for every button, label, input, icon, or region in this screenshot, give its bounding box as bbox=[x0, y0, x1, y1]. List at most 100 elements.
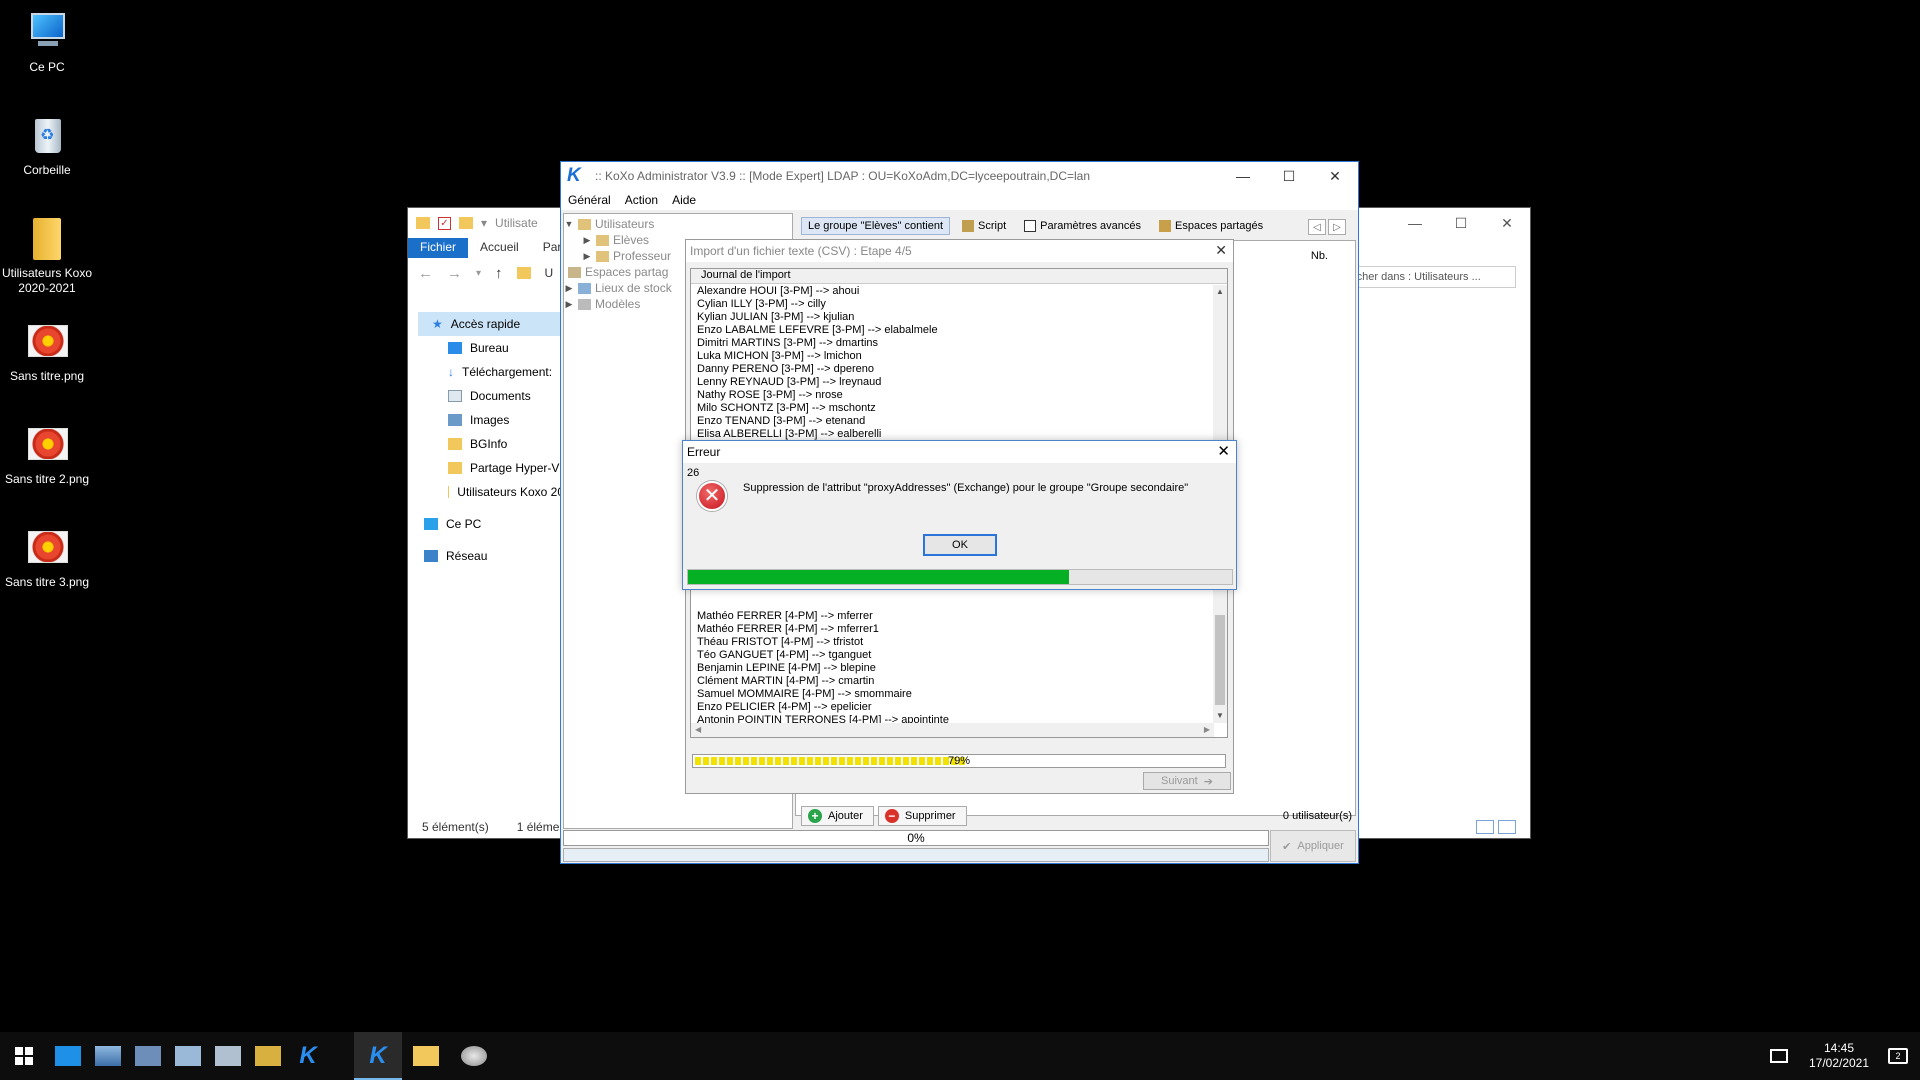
scroll-down-icon[interactable]: ▼ bbox=[1213, 709, 1227, 723]
menu-action[interactable]: Action bbox=[618, 193, 665, 207]
log-row: Théau FRISTOT [4-PM] --> tfristot bbox=[697, 636, 864, 648]
system-tray: 14:45 17/02/2021 2 bbox=[1770, 1032, 1920, 1080]
menu-general[interactable]: Général bbox=[561, 193, 618, 207]
maximize-icon[interactable]: ☐ bbox=[1438, 208, 1484, 238]
apply-button[interactable]: ✔ Appliquer bbox=[1270, 830, 1356, 862]
users-count: 0 utilisateur(s) bbox=[1282, 810, 1352, 822]
taskbar-item-domain-tool[interactable] bbox=[208, 1032, 248, 1080]
tab-group-contents[interactable]: Le groupe "Elèves" contient bbox=[801, 217, 951, 235]
taskbar-item-koxo-running[interactable]: K bbox=[354, 1032, 402, 1080]
clock[interactable]: 14:45 17/02/2021 bbox=[1804, 1041, 1874, 1071]
desktop-icon-sans-titre-2[interactable]: Sans titre 2.png bbox=[0, 422, 94, 487]
nav-item-partage-hyperv[interactable]: Partage Hyper-V bbox=[424, 456, 564, 480]
close-icon[interactable]: ✕ bbox=[1484, 208, 1530, 238]
taskbar-item-network-tools[interactable] bbox=[128, 1032, 168, 1080]
nav-label: Utilisateurs Koxo 20 bbox=[457, 485, 564, 499]
back-arrow-icon[interactable]: ← bbox=[418, 265, 433, 282]
desktop-icon-sans-titre-3[interactable]: Sans titre 3.png bbox=[0, 525, 94, 590]
scroll-right-icon[interactable]: ▶ bbox=[1204, 725, 1210, 734]
nav-label: Documents bbox=[470, 389, 531, 403]
nav-item-telechargements[interactable]: ↓ Téléchargement: bbox=[424, 360, 564, 384]
scroll-up-icon[interactable]: ▲ bbox=[1213, 285, 1227, 299]
tab-accueil[interactable]: Accueil bbox=[468, 238, 531, 258]
taskbar-item-paint[interactable] bbox=[450, 1032, 498, 1080]
taskbar-item-explorer[interactable] bbox=[402, 1032, 450, 1080]
add-button[interactable]: + Ajouter bbox=[801, 806, 874, 826]
nav-label: Réseau bbox=[446, 549, 488, 563]
desktop-icon-koxo-folder[interactable]: Utilisateurs Koxo 2020-2021 bbox=[0, 216, 94, 296]
address-bar[interactable]: U bbox=[545, 266, 554, 280]
taskbar-item-server-manager[interactable] bbox=[88, 1032, 128, 1080]
properties-icon[interactable]: ✓ bbox=[438, 216, 451, 230]
tab-script[interactable]: Script bbox=[956, 218, 1012, 234]
tree-label: Espaces partag bbox=[585, 265, 669, 279]
search-input[interactable]: rcher dans : Utilisateurs ... bbox=[1346, 266, 1516, 288]
log-header: Journal de l'import bbox=[691, 269, 1227, 284]
start-button[interactable] bbox=[0, 1032, 48, 1080]
chevron-right-icon[interactable]: ▶ bbox=[582, 235, 592, 246]
tab-shared-spaces[interactable]: Espaces partagés bbox=[1153, 218, 1269, 234]
qat-dropdown-icon[interactable]: ▾ bbox=[481, 216, 487, 230]
desktop-icon-recycle-bin[interactable]: Corbeille bbox=[0, 113, 94, 178]
nav-item-images[interactable]: Images bbox=[424, 408, 564, 432]
koxo-window-controls: — ☐ ✕ bbox=[1220, 162, 1358, 190]
chevron-right-icon[interactable]: ▶ bbox=[582, 251, 592, 262]
tab-advanced-settings[interactable]: Paramètres avancés bbox=[1018, 218, 1147, 234]
desktop-icon-label: Sans titre 2.png bbox=[4, 472, 90, 486]
minimize-icon[interactable]: — bbox=[1392, 208, 1438, 238]
chevron-down-icon[interactable]: ▼ bbox=[564, 219, 574, 229]
close-icon[interactable]: ✕ bbox=[1215, 242, 1227, 259]
new-folder-icon[interactable] bbox=[459, 217, 473, 229]
up-arrow-icon[interactable]: ↑ bbox=[495, 265, 503, 282]
next-button[interactable]: Suivant ➔ bbox=[1143, 772, 1231, 790]
tab-fichier[interactable]: Fichier bbox=[408, 238, 469, 258]
chevron-right-icon[interactable]: ▶ bbox=[564, 299, 574, 310]
chevron-right-icon[interactable]: ▶ bbox=[564, 283, 574, 294]
desktop-icon-this-pc[interactable]: Ce PC bbox=[0, 10, 94, 75]
taskbar-item-koxo-pinned[interactable]: K bbox=[288, 1032, 328, 1080]
large-icons-view-icon[interactable] bbox=[1498, 820, 1516, 834]
taskbar-item-ad-users[interactable] bbox=[168, 1032, 208, 1080]
chevron-down-icon[interactable]: ▾ bbox=[476, 268, 481, 279]
network-status-icon[interactable] bbox=[1770, 1049, 1788, 1063]
import-progress-bar: 79% bbox=[692, 754, 1226, 768]
scroll-thumb[interactable] bbox=[1215, 615, 1225, 705]
nav-item-documents[interactable]: Documents bbox=[424, 384, 564, 408]
notification-center-icon[interactable]: 2 bbox=[1888, 1048, 1908, 1064]
desktop-icon-sans-titre[interactable]: Sans titre.png bbox=[0, 319, 94, 384]
log-row: Lenny REYNAUD [3-PM] --> lreynaud bbox=[697, 376, 882, 388]
menu-aide[interactable]: Aide bbox=[665, 193, 703, 207]
tab-label: Paramètres avancés bbox=[1040, 220, 1142, 232]
nav-item-this-pc[interactable]: Ce PC bbox=[424, 512, 564, 536]
column-header-nb[interactable]: Nb. bbox=[1311, 250, 1328, 262]
folder-icon bbox=[448, 486, 450, 498]
close-icon[interactable]: ✕ bbox=[1312, 162, 1358, 190]
ok-button[interactable]: OK bbox=[923, 534, 997, 556]
log-row: Mathéo FERRER [4-PM] --> mferrer bbox=[697, 610, 873, 622]
scroll-left-icon[interactable]: ◀ bbox=[695, 725, 701, 734]
maximize-icon[interactable]: ☐ bbox=[1266, 162, 1312, 190]
nav-item-network[interactable]: Réseau bbox=[424, 544, 564, 568]
close-icon[interactable]: ✕ bbox=[1217, 441, 1230, 463]
nav-item-bureau[interactable]: Bureau bbox=[424, 336, 564, 360]
forward-arrow-icon[interactable]: → bbox=[447, 265, 462, 282]
minimize-icon[interactable]: — bbox=[1220, 162, 1266, 190]
chevron-right-icon[interactable]: ▷ bbox=[1328, 219, 1346, 235]
nav-item-utilisateurs-koxo[interactable]: Utilisateurs Koxo 20 bbox=[424, 480, 564, 504]
nav-item-quick-access[interactable]: ★ Accès rapide bbox=[418, 312, 568, 336]
taskbar-item-user-tool[interactable] bbox=[248, 1032, 288, 1080]
tree-node-utilisateurs[interactable]: ▼ Utilisateurs bbox=[564, 216, 792, 232]
taskbar-item-desktop[interactable] bbox=[48, 1032, 88, 1080]
remove-button[interactable]: − Supprimer bbox=[877, 806, 967, 826]
script-icon bbox=[962, 220, 975, 232]
tree-label: Professeur bbox=[613, 249, 672, 263]
chevron-left-icon[interactable]: ◁ bbox=[1308, 219, 1326, 235]
koxo-toolbar: Le groupe "Elèves" contient Script Param… bbox=[801, 216, 1269, 236]
nav-item-bginfo[interactable]: BGInfo bbox=[424, 432, 564, 456]
download-arrow-icon: ↓ bbox=[448, 365, 454, 379]
check-icon: ✔ bbox=[1282, 840, 1292, 853]
minus-icon: − bbox=[884, 809, 899, 823]
details-view-icon[interactable] bbox=[1476, 820, 1494, 834]
shared-space-icon bbox=[568, 266, 581, 278]
horizontal-scrollbar[interactable]: ◀ ▶ bbox=[691, 723, 1214, 737]
